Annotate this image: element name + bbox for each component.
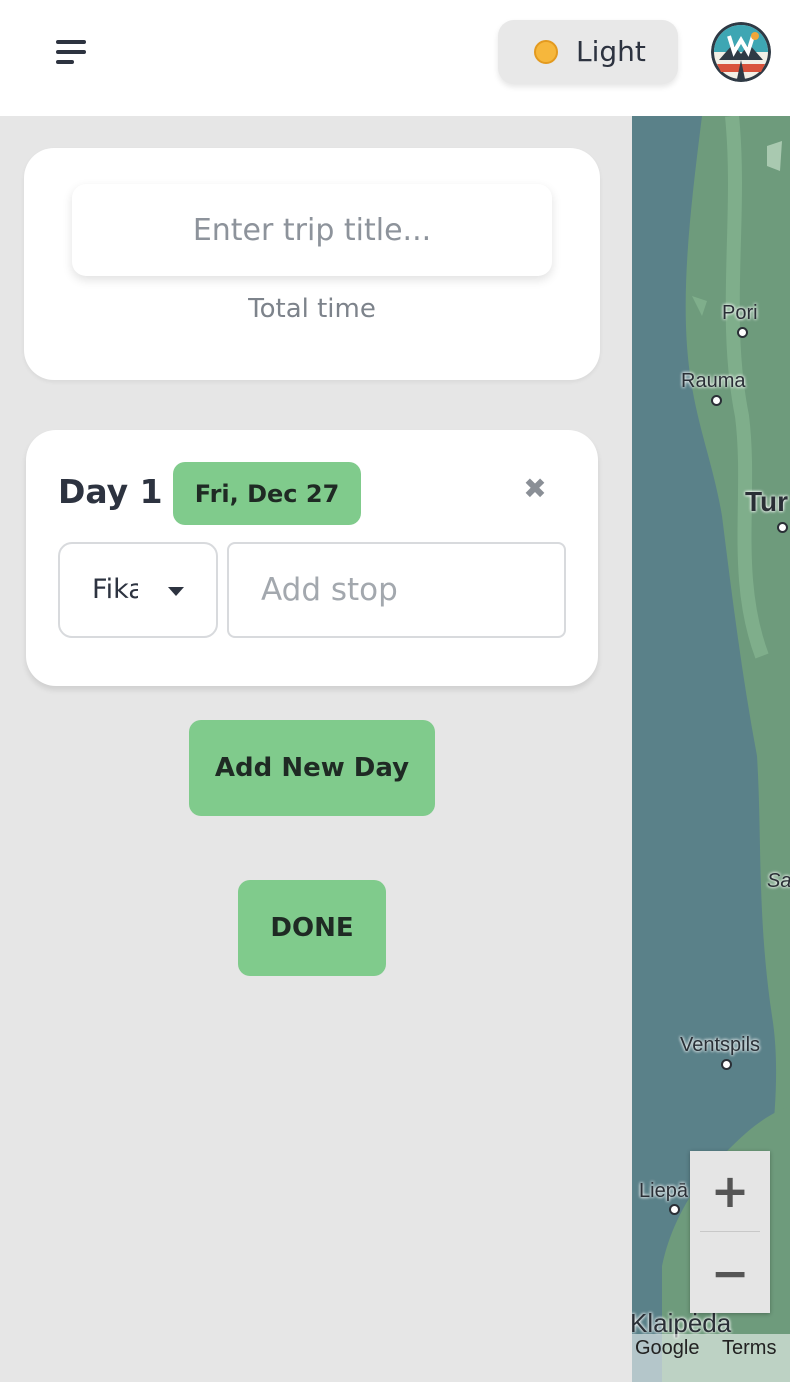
add-new-day-button[interactable]: Add New Day: [189, 720, 435, 816]
map-view[interactable]: Pori Rauma Tur Sa Ventspils Liepā Klaipė…: [632, 116, 790, 1382]
map-label-liepaja: Liepā: [639, 1180, 688, 1202]
done-button[interactable]: DONE: [238, 880, 386, 976]
map-label-pori: Pori: [722, 302, 758, 324]
add-stop-input[interactable]: [227, 542, 566, 638]
map-label-sea: Sa: [767, 870, 790, 892]
map-marker: [711, 395, 722, 406]
day-title: Day 1: [58, 472, 163, 511]
divider: [700, 1231, 760, 1232]
day-card: Day 1 Fri, Dec 27 ✖ Fik a: [26, 430, 598, 686]
zoom-out-button[interactable]: −: [690, 1233, 770, 1313]
menu-icon[interactable]: [54, 36, 90, 68]
total-time-label: Total time: [248, 294, 376, 324]
delete-day-icon[interactable]: ✖: [520, 474, 550, 504]
trip-title-input[interactable]: [72, 184, 552, 276]
map-marker: [777, 522, 788, 533]
zoom-control: + −: [690, 1151, 770, 1313]
theme-toggle-button[interactable]: Light: [498, 20, 678, 84]
day-date-button[interactable]: Fri, Dec 27: [173, 462, 361, 525]
top-bar: Light: [0, 0, 790, 116]
map-marker: [721, 1059, 732, 1070]
map-marker: [737, 327, 748, 338]
map-marker: [669, 1204, 680, 1215]
stop-type-value: Fika: [92, 574, 138, 605]
trip-header-card: Total time: [24, 148, 600, 380]
map-label-rauma: Rauma: [681, 370, 746, 392]
chevron-down-icon: [168, 587, 184, 596]
theme-toggle-label: Light: [576, 35, 646, 68]
avatar[interactable]: [711, 22, 771, 82]
terms-link[interactable]: Terms: [722, 1337, 776, 1360]
logo-icon: [711, 22, 771, 82]
stop-type-select[interactable]: Fika: [58, 542, 218, 638]
map-label-ventspils: Ventspils: [680, 1034, 761, 1056]
zoom-in-button[interactable]: +: [690, 1151, 770, 1231]
map-label-turku: Tur: [745, 486, 789, 517]
sun-icon: [534, 40, 558, 64]
google-attribution: Google: [635, 1337, 700, 1359]
